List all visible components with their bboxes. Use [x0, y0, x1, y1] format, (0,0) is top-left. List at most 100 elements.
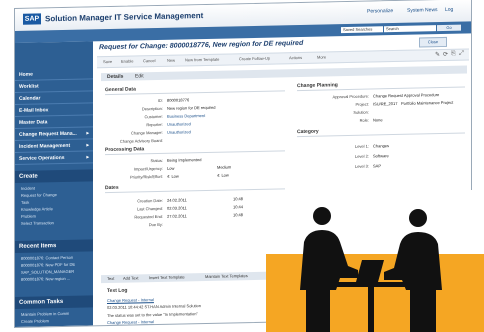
recent-item[interactable]: 8000001876: Contact Person [21, 255, 73, 261]
chevron-right-icon: ▸ [86, 130, 89, 137]
new-button[interactable]: New [167, 58, 175, 63]
description-value: New region for DE required [167, 104, 216, 111]
field-label: Level 1: [354, 143, 369, 149]
new-from-template-button[interactable]: New from Template [185, 57, 219, 63]
last-changed-time-value: 10:44 [233, 204, 244, 210]
create-incident-link[interactable]: Incident [21, 186, 35, 191]
last-changed-value: 02.03.2011 [167, 205, 187, 211]
status-value: Being Implemented [167, 157, 202, 163]
common-task-link[interactable]: Maintain Problem in Comm [21, 311, 69, 317]
divider [105, 188, 285, 194]
go-button[interactable]: Go [437, 24, 461, 32]
close-button[interactable]: Close [419, 36, 447, 48]
general-data-title: General Data [105, 86, 136, 94]
details-tab[interactable]: Details [107, 74, 123, 80]
sidebar-item-label: Incident Management [19, 142, 71, 150]
id-value: 8000018776 [167, 97, 190, 103]
field-label: Priority/Risk/Effort: [129, 173, 163, 180]
create-problem-link[interactable]: Problem [21, 214, 36, 219]
details-bar: Details Edit [101, 65, 467, 82]
requested-end-value: 27.02.2011 [167, 213, 187, 219]
field-label: Customer: [144, 113, 163, 120]
save-button[interactable]: Save [103, 59, 112, 64]
field-label: Last Changed: [136, 205, 163, 212]
role-value: None [373, 117, 383, 123]
insert-text-template-button[interactable]: Insert Text Template [149, 274, 185, 280]
text-tab-bar: Text Add Text Insert Text Template Maint… [101, 271, 281, 284]
create-follow-up-button[interactable]: Create Follow-Up [239, 56, 270, 62]
field-label: Approval Procedure: [332, 93, 369, 100]
text-log-title: Text Log [107, 287, 128, 295]
field-label: Project: [355, 101, 369, 107]
more-button[interactable]: More [317, 54, 326, 59]
field-label: Due By: [148, 221, 163, 228]
field-label: ID: [157, 97, 163, 103]
log-entry-meta: 02.03.2011 10:44:42 ST.HAN Admin Interna… [107, 303, 201, 311]
field-label: Requested End: [134, 213, 163, 220]
meeting-illustration [266, 190, 484, 332]
creation-date-value: 24.02.2011 [167, 197, 187, 203]
level-1-value: Changes [373, 143, 390, 149]
log-entry-title[interactable]: Change Request - Internal [107, 297, 154, 303]
customer-link[interactable]: Business Department [167, 113, 205, 119]
saved-searches-select[interactable]: Saved Searches [341, 26, 383, 34]
field-label: Change Advisory Board: [119, 137, 163, 144]
field-label: Role: [359, 117, 369, 123]
create-task-link[interactable]: Task [21, 200, 29, 205]
dates-title: Dates [105, 184, 119, 192]
create-rfc-link[interactable]: Request for Change [21, 192, 57, 198]
personalize-link[interactable]: Personalize [367, 8, 393, 15]
field-label: Change Manager: [130, 129, 163, 136]
chevron-right-icon: ▸ [86, 142, 89, 149]
level-3-value: SAP [373, 163, 382, 169]
field-label: Description: [141, 105, 163, 112]
add-text-button[interactable]: Add Text [123, 275, 139, 280]
field-label: Solution: [353, 109, 369, 115]
toolbar: Save Enable Cancel New New from Template… [97, 48, 469, 69]
reporter-link[interactable]: Unauthorized [167, 121, 191, 126]
processing-data-title: Processing Data [105, 146, 145, 154]
refresh-icon[interactable]: ⟳ [443, 51, 448, 58]
edit-button[interactable]: Edit [135, 73, 144, 79]
sidebar-item-label: Home [19, 71, 33, 78]
divider [297, 132, 465, 138]
field-label: Status: [150, 157, 163, 164]
maintain-text-templates-button[interactable]: Maintain Text Templates [205, 273, 248, 279]
sidebar-item-label: Change Request Mana... [19, 130, 77, 138]
requested-end-time-value: 10:48 [233, 212, 244, 218]
sidebar-item-label: Worklist [19, 83, 39, 90]
change-manager-link[interactable]: Unauthorized [167, 129, 191, 134]
field-label: Creation Date: [137, 197, 163, 204]
copy-icon[interactable]: ⎘ [451, 51, 456, 58]
field-label: Reporter: [146, 121, 163, 128]
cancel-button[interactable]: Cancel [143, 58, 155, 63]
edit-icon[interactable]: ✎ [435, 51, 440, 58]
expand-icon[interactable]: ⤢ [459, 51, 464, 58]
common-tasks-title: Common Tasks [15, 295, 93, 309]
enable-button[interactable]: Enable [121, 58, 133, 63]
recent-item[interactable]: SAP_SOLUTION_MANAGER [21, 269, 74, 275]
recent-items-title: Recent Items [15, 239, 93, 253]
tab-text[interactable]: Text [107, 276, 114, 281]
create-knowledge-link[interactable]: Knowledge Article [21, 206, 53, 212]
select-transaction-link[interactable]: Select Transaction [21, 220, 54, 226]
sidebar-item-service-operations[interactable]: Service Operations ▸ [15, 151, 93, 165]
search-input[interactable]: Search [384, 25, 436, 33]
common-task-link[interactable]: Create Problem [21, 318, 49, 324]
field-label: Level 2: [354, 153, 369, 159]
priority-value: 4: Low [167, 173, 179, 179]
risk-value: 4: Low [217, 172, 229, 178]
sidebar-item-label: Service Operations [19, 154, 65, 162]
urgency-value: Medium [217, 164, 232, 170]
log-entry-title[interactable]: Change Request - Internal [107, 319, 154, 325]
log-off-link[interactable]: Log [445, 7, 453, 13]
recent-item[interactable]: 8000001876: New PDF for DE [21, 262, 75, 268]
project-description: Portfolio Maintenance Project [401, 99, 454, 106]
actions-button[interactable]: Actions [289, 55, 302, 60]
sap-logo: SAP [23, 13, 41, 25]
category-title: Category [297, 128, 319, 136]
impact-value: Low [167, 165, 175, 171]
system-news-link[interactable]: System News [407, 7, 438, 14]
sidebar: Home Worklist Calendar E-Mail Inbox Mast… [15, 41, 93, 327]
recent-item[interactable]: 8000001876: New region ... [21, 276, 70, 282]
